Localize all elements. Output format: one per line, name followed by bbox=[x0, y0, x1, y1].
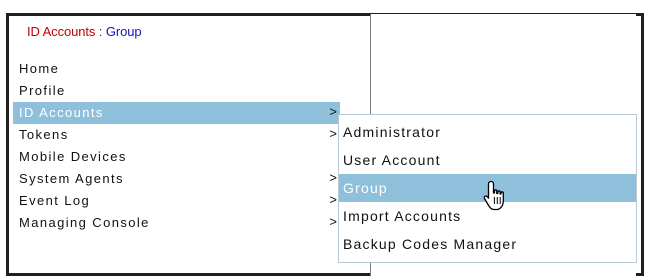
menu-item-managing-console[interactable]: Managing Console > bbox=[13, 212, 340, 234]
submenu-arrow-icon: > bbox=[329, 214, 337, 229]
menu-item-label: Mobile Devices bbox=[19, 149, 127, 164]
breadcrumb: ID Accounts : Group bbox=[27, 24, 142, 40]
menu-item-home[interactable]: Home bbox=[13, 58, 340, 80]
submenu-arrow-icon: > bbox=[329, 170, 337, 185]
menu-item-label: System Agents bbox=[19, 171, 124, 186]
submenu-arrow-icon: > bbox=[329, 192, 337, 207]
menu-item-id-accounts[interactable]: ID Accounts > bbox=[13, 102, 340, 124]
submenu-arrow-icon: > bbox=[329, 126, 337, 141]
menu-item-tokens[interactable]: Tokens > bbox=[13, 124, 340, 146]
breadcrumb-section[interactable]: ID Accounts bbox=[27, 24, 95, 39]
breadcrumb-separator: : bbox=[95, 24, 106, 39]
menu-item-label: ID Accounts bbox=[19, 105, 104, 120]
menu-item-label: Home bbox=[19, 61, 60, 76]
submenu-item-administrator[interactable]: Administrator bbox=[339, 118, 636, 146]
menu-item-system-agents[interactable]: System Agents > bbox=[13, 168, 340, 190]
submenu-item-backup-codes-manager[interactable]: Backup Codes Manager bbox=[339, 230, 636, 258]
menu-item-event-log[interactable]: Event Log > bbox=[13, 190, 340, 212]
menu-item-label: Managing Console bbox=[19, 215, 150, 230]
menu-item-label: Event Log bbox=[19, 193, 91, 208]
menu-item-label: Tokens bbox=[19, 127, 69, 142]
breadcrumb-page: Group bbox=[105, 24, 142, 39]
hand-pointer-icon bbox=[483, 180, 504, 211]
submenu-item-user-account[interactable]: User Account bbox=[339, 146, 636, 174]
menu-item-label: Profile bbox=[19, 83, 66, 98]
main-menu: Home Profile ID Accounts > Tokens > Mobi… bbox=[13, 58, 340, 234]
menu-item-profile[interactable]: Profile bbox=[13, 80, 340, 102]
submenu-arrow-icon: > bbox=[329, 104, 337, 119]
menu-item-mobile-devices[interactable]: Mobile Devices bbox=[13, 146, 340, 168]
